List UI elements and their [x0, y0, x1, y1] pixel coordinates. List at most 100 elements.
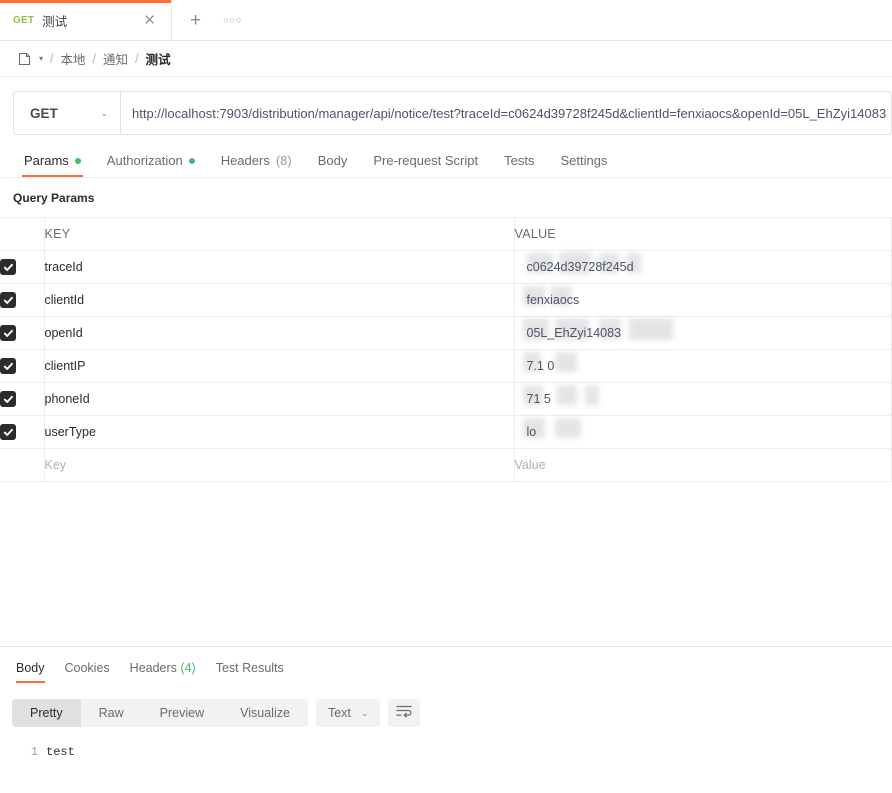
format-pretty-button[interactable]: Pretty	[12, 699, 81, 727]
param-value-text: 05L_EhZyi14083	[526, 326, 622, 340]
response-tab-test-results-label: Test Results	[215, 661, 284, 675]
response-tab-headers-label: Headers	[129, 661, 177, 675]
checkbox-icon[interactable]	[0, 391, 16, 407]
param-value[interactable]: 71 5	[514, 382, 892, 416]
tab-bar: GET 测试 ✕ + ○○○	[0, 0, 892, 41]
http-method-select[interactable]: GET ⌄	[13, 91, 121, 135]
param-value-text: 7.1 0	[526, 359, 555, 373]
response-tab-headers[interactable]: Headers (4)	[120, 661, 206, 683]
param-value[interactable]: lo	[514, 415, 892, 449]
response-tabs: Body Cookies Headers (4) Test Results	[0, 647, 892, 683]
table-row: userType lo	[0, 415, 892, 449]
format-visualize-button[interactable]: Visualize	[222, 699, 308, 727]
request-tab-item[interactable]: GET 测试 ✕	[0, 0, 172, 40]
chevron-down-icon: ⌄	[100, 107, 108, 118]
response-tab-test-results[interactable]: Test Results	[206, 661, 294, 683]
breadcrumb-item-notice[interactable]: 通知	[103, 49, 128, 68]
tab-body-label: Body	[317, 153, 348, 168]
row-checkbox-cell[interactable]	[0, 415, 45, 449]
table-header-row: KEY VALUE	[0, 217, 892, 251]
row-checkbox-cell[interactable]	[0, 283, 45, 317]
tab-method-label: GET	[13, 14, 35, 26]
param-key[interactable]: userType	[44, 415, 515, 449]
checkbox-icon[interactable]	[0, 325, 16, 341]
table-row: clientIP 7.1 0	[0, 349, 892, 383]
tab-pre-request-script[interactable]: Pre-request Script	[360, 153, 491, 177]
tab-authorization[interactable]: Authorization	[94, 153, 208, 177]
response-format-group: Pretty Raw Preview Visualize	[12, 699, 308, 727]
header-checkbox-cell	[0, 217, 45, 251]
new-param-value-input[interactable]: Value	[514, 448, 892, 482]
url-text: http://localhost:7903/distribution/manag…	[132, 105, 887, 121]
active-tab-accent	[0, 0, 171, 3]
line-number: 1	[30, 745, 38, 759]
row-checkbox-cell[interactable]	[0, 316, 45, 350]
word-wrap-icon	[396, 704, 413, 723]
row-checkbox-cell[interactable]	[0, 382, 45, 416]
breadcrumb-separator: /	[92, 51, 96, 66]
header-value: VALUE	[514, 217, 892, 251]
format-raw-button[interactable]: Raw	[81, 699, 142, 727]
breadcrumb-separator: /	[135, 51, 139, 66]
folder-icon	[18, 52, 32, 66]
param-value[interactable]: 05L_EhZyi14083	[514, 316, 892, 350]
param-key[interactable]: clientId	[44, 283, 515, 317]
http-method-label: GET	[30, 105, 58, 121]
tab-params[interactable]: Params	[11, 153, 94, 177]
format-preview-button[interactable]: Preview	[142, 699, 222, 727]
url-input[interactable]: http://localhost:7903/distribution/manag…	[121, 91, 892, 135]
new-param-key-input[interactable]: Key	[44, 448, 515, 482]
response-body-viewer[interactable]: 1 test	[0, 727, 892, 759]
table-row: phoneId 71 5	[0, 382, 892, 416]
param-key[interactable]: traceId	[44, 250, 515, 284]
response-spacer	[0, 482, 892, 646]
checkbox-icon[interactable]	[0, 424, 16, 440]
code-line: test	[46, 745, 75, 759]
tab-settings[interactable]: Settings	[547, 153, 620, 177]
tab-headers-count: (8)	[275, 153, 292, 168]
breadcrumb-item-current[interactable]: 测试	[146, 49, 171, 68]
header-key: KEY	[44, 217, 515, 251]
response-tab-headers-count: (4)	[180, 661, 196, 675]
response-type-select[interactable]: Text ⌄	[315, 699, 381, 727]
param-key[interactable]: clientIP	[44, 349, 515, 383]
tab-headers-label: Headers	[220, 153, 270, 168]
checkbox-icon[interactable]	[0, 292, 16, 308]
param-key[interactable]: phoneId	[44, 382, 515, 416]
breadcrumb-item-local[interactable]: 本地	[61, 49, 86, 68]
param-value-text: lo	[526, 425, 537, 439]
param-key[interactable]: openId	[44, 316, 515, 350]
tab-authorization-label: Authorization	[106, 153, 183, 168]
row-checkbox-cell-empty	[0, 448, 45, 482]
more-options-icon[interactable]: ○○○	[223, 15, 242, 25]
plus-icon[interactable]: +	[190, 11, 201, 30]
row-checkbox-cell[interactable]	[0, 349, 45, 383]
checkbox-icon[interactable]	[0, 259, 16, 275]
tab-tests-label: Tests	[504, 153, 535, 168]
param-value[interactable]: 7.1 0	[514, 349, 892, 383]
chevron-down-icon[interactable]: ▾	[39, 54, 43, 63]
param-value[interactable]: fenxiaocs	[514, 283, 892, 317]
response-tab-body[interactable]: Body	[6, 661, 55, 683]
table-row: openId 05L_EhZyi14083	[0, 316, 892, 350]
tab-body[interactable]: Body	[305, 153, 361, 177]
status-dot-icon	[188, 157, 195, 164]
word-wrap-button[interactable]	[388, 699, 421, 727]
tab-pre-request-script-label: Pre-request Script	[373, 153, 479, 168]
query-params-table: KEY VALUE traceId c0624d39728f245d clien…	[0, 217, 892, 482]
tab-settings-label: Settings	[560, 153, 608, 168]
response-type-label: Text	[327, 706, 351, 720]
table-row: traceId c0624d39728f245d	[0, 250, 892, 284]
row-checkbox-cell[interactable]	[0, 250, 45, 284]
response-tab-cookies[interactable]: Cookies	[55, 661, 120, 683]
tab-headers[interactable]: Headers (8)	[208, 153, 305, 177]
response-tab-cookies-label: Cookies	[64, 661, 110, 675]
breadcrumb: ▾ / 本地 / 通知 / 测试	[0, 41, 892, 77]
param-value[interactable]: c0624d39728f245d	[514, 250, 892, 284]
checkbox-icon[interactable]	[0, 358, 16, 374]
breadcrumb-separator: /	[50, 51, 54, 66]
response-format-toolbar: Pretty Raw Preview Visualize Text ⌄	[0, 683, 892, 727]
close-icon[interactable]: ✕	[140, 11, 159, 30]
tab-tests[interactable]: Tests	[491, 153, 547, 177]
response-tab-body-label: Body	[16, 661, 45, 675]
